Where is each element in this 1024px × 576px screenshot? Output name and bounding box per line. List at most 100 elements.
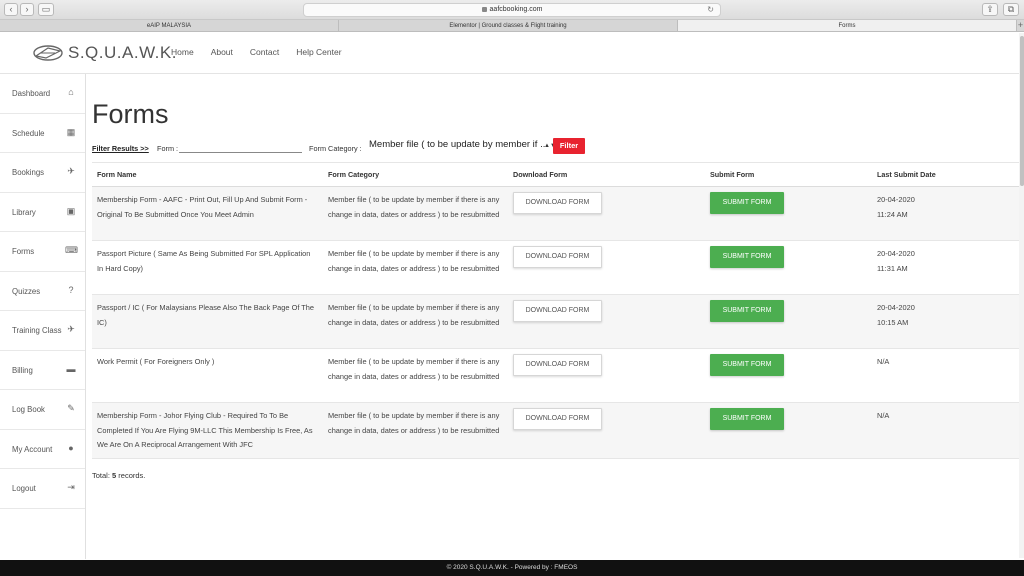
last-submit-cell: 20-04-2020 11:31 AM — [872, 240, 1019, 295]
url-bar[interactable]: aafcbooking.com ↻ — [303, 3, 721, 17]
keyboard-icon: ⌨ — [65, 245, 78, 255]
download-form-button[interactable]: DOWNLOAD FORM — [513, 408, 602, 430]
logbook-icon: ✎ — [67, 403, 75, 413]
form-name-cell: Membership Form - AAFC - Print Out, Fill… — [92, 186, 323, 241]
sidebar-toggle-icon[interactable]: ▭ — [38, 3, 54, 16]
download-form-button[interactable]: DOWNLOAD FORM — [513, 192, 602, 214]
sidebar-item-my-account[interactable]: My Account ● — [0, 430, 85, 469]
submit-form-button[interactable]: SUBMIT FORM — [710, 354, 784, 376]
sidebar-item-label: Logout — [12, 484, 36, 493]
form-filter-input[interactable] — [179, 140, 302, 153]
tabs-overview-icon[interactable]: ⧉ — [1003, 3, 1019, 16]
total-records: Total: 5 records. — [92, 471, 145, 480]
reload-icon[interactable]: ↻ — [707, 4, 714, 16]
table-row: Passport / IC ( For Malaysians Please Al… — [92, 294, 1019, 349]
sidebar-item-log-book[interactable]: Log Book ✎ — [0, 390, 85, 430]
form-filter-label: Form : — [157, 144, 179, 153]
sidebar-item-logout[interactable]: Logout ⇥ — [0, 469, 85, 509]
category-select[interactable]: Member file ( to be update by member if … — [369, 139, 551, 153]
submit-cell: SUBMIT FORM — [705, 240, 872, 295]
last-submit-cell: N/A — [872, 402, 1019, 459]
browser-tab-active[interactable]: Forms — [678, 20, 1017, 31]
last-submit-time: 10:15 AM — [877, 317, 909, 327]
forms-table: Form Name Form Category Download Form Su… — [92, 162, 1019, 459]
form-name-cell: Work Permit ( For Foreigners Only ) — [92, 348, 323, 403]
nav-link-help-center[interactable]: Help Center — [296, 47, 341, 57]
submit-form-button[interactable]: SUBMIT FORM — [710, 300, 784, 322]
table-row: Membership Form - Johor Flying Club - Re… — [92, 402, 1019, 459]
table-row: Work Permit ( For Foreigners Only ) Membe… — [92, 348, 1019, 403]
nav-link-contact[interactable]: Contact — [250, 47, 279, 57]
sidebar-item-bookings[interactable]: Bookings ✈ — [0, 153, 85, 193]
submit-cell: SUBMIT FORM — [705, 186, 872, 241]
last-submit-time: 11:31 AM — [877, 263, 908, 273]
top-nav: Home About Contact Help Center — [171, 47, 359, 57]
download-cell: DOWNLOAD FORM — [508, 348, 705, 403]
sidebar-item-label: Bookings — [12, 168, 45, 177]
sidebar-item-library[interactable]: Library ▣ — [0, 193, 85, 232]
submit-cell: SUBMIT FORM — [705, 402, 872, 459]
credit-card-icon: ▬ — [66, 363, 76, 374]
submit-form-button[interactable]: SUBMIT FORM — [710, 246, 784, 268]
new-tab-icon[interactable]: + — [1017, 20, 1024, 31]
submit-cell: SUBMIT FORM — [705, 294, 872, 349]
nav-link-home[interactable]: Home — [171, 47, 194, 57]
download-form-button[interactable]: DOWNLOAD FORM — [513, 300, 602, 322]
submit-cell: SUBMIT FORM — [705, 348, 872, 403]
calendar-icon: ▦ — [66, 126, 76, 137]
table-row: Passport Picture ( Same As Being Submitt… — [92, 240, 1019, 295]
submit-form-button[interactable]: SUBMIT FORM — [710, 192, 784, 214]
total-suffix: records. — [116, 471, 146, 480]
filter-button[interactable]: Filter — [553, 138, 585, 154]
site-header: S.Q.U.A.W.K. Home About Contact Help Cen… — [0, 33, 1019, 74]
sidebar-item-label: Quizzes — [12, 286, 41, 296]
last-submit-cell: 20-04-2020 11:24 AM — [872, 186, 1019, 241]
form-category-cell: Member file ( to be update by member if … — [323, 402, 508, 459]
sidebar-item-label: Training Class — [12, 326, 62, 335]
form-category-cell: Member file ( to be update by member if … — [323, 294, 508, 349]
sidebar-item-label: Forms — [12, 247, 35, 256]
forward-icon[interactable]: › — [20, 3, 34, 16]
tab-bar: eAIP MALAYSIA Elementor | Ground classes… — [0, 20, 1024, 32]
share-icon[interactable]: ⇪ — [982, 3, 998, 16]
sidebar-item-forms[interactable]: Forms ⌨ — [0, 232, 85, 272]
filter-results-label: Filter Results >> — [92, 144, 149, 153]
form-category-cell: Member file ( to be update by member if … — [323, 186, 508, 241]
sidebar-item-quizzes[interactable]: Quizzes ? — [0, 272, 85, 311]
browser-tab[interactable]: eAIP MALAYSIA — [0, 20, 339, 31]
download-form-button[interactable]: DOWNLOAD FORM — [513, 354, 602, 376]
sidebar-item-label: Log Book — [12, 405, 45, 414]
logout-icon: ⇥ — [67, 482, 75, 492]
sidebar-item-training-class[interactable]: Training Class ✈ — [0, 311, 85, 351]
download-form-button[interactable]: DOWNLOAD FORM — [513, 246, 602, 268]
logo-text: S.Q.U.A.W.K. — [68, 43, 177, 62]
total-prefix: Total: — [92, 471, 113, 480]
column-header-form-category[interactable]: Form Category — [323, 162, 508, 187]
logo[interactable]: S.Q.U.A.W.K. — [32, 42, 177, 64]
last-submit-date: 20-04-2020 — [877, 303, 915, 312]
sidebar-item-label: My Account — [12, 444, 53, 454]
column-header-last-submit-date[interactable]: Last Submit Date — [872, 162, 1019, 187]
last-submit-date: N/A — [877, 357, 890, 366]
table-header-row: Form Name Form Category Download Form Su… — [92, 162, 1019, 187]
last-submit-date: 20-04-2020 — [877, 195, 915, 204]
column-header-form-name[interactable]: Form Name — [92, 162, 323, 187]
back-icon[interactable]: ‹ — [4, 3, 18, 16]
plane-side-icon: ✈ — [67, 324, 75, 334]
submit-form-button[interactable]: SUBMIT FORM — [710, 408, 784, 430]
last-submit-time: 11:24 AM — [877, 209, 908, 219]
question-icon: ? — [68, 284, 74, 295]
browser-tab[interactable]: Elementor | Ground classes & Flight trai… — [339, 20, 678, 31]
sidebar-item-dashboard[interactable]: Dashboard ⌂ — [0, 74, 85, 114]
nav-link-about[interactable]: About — [211, 47, 233, 57]
url-text: aafcbooking.com — [489, 6, 543, 13]
sidebar-item-billing[interactable]: Billing ▬ — [0, 351, 85, 390]
form-category-cell: Member file ( to be update by member if … — [323, 348, 508, 403]
sidebar-item-label: Dashboard — [12, 89, 51, 98]
page-footer: © 2020 S.Q.U.A.W.K. - Powered by : FMEOS — [0, 560, 1024, 576]
download-cell: DOWNLOAD FORM — [508, 186, 705, 241]
sidebar-item-schedule[interactable]: Schedule ▦ — [0, 114, 85, 153]
page-title: Forms — [92, 99, 169, 129]
scrollbar-thumb[interactable] — [1020, 36, 1024, 186]
download-cell: DOWNLOAD FORM — [508, 402, 705, 459]
